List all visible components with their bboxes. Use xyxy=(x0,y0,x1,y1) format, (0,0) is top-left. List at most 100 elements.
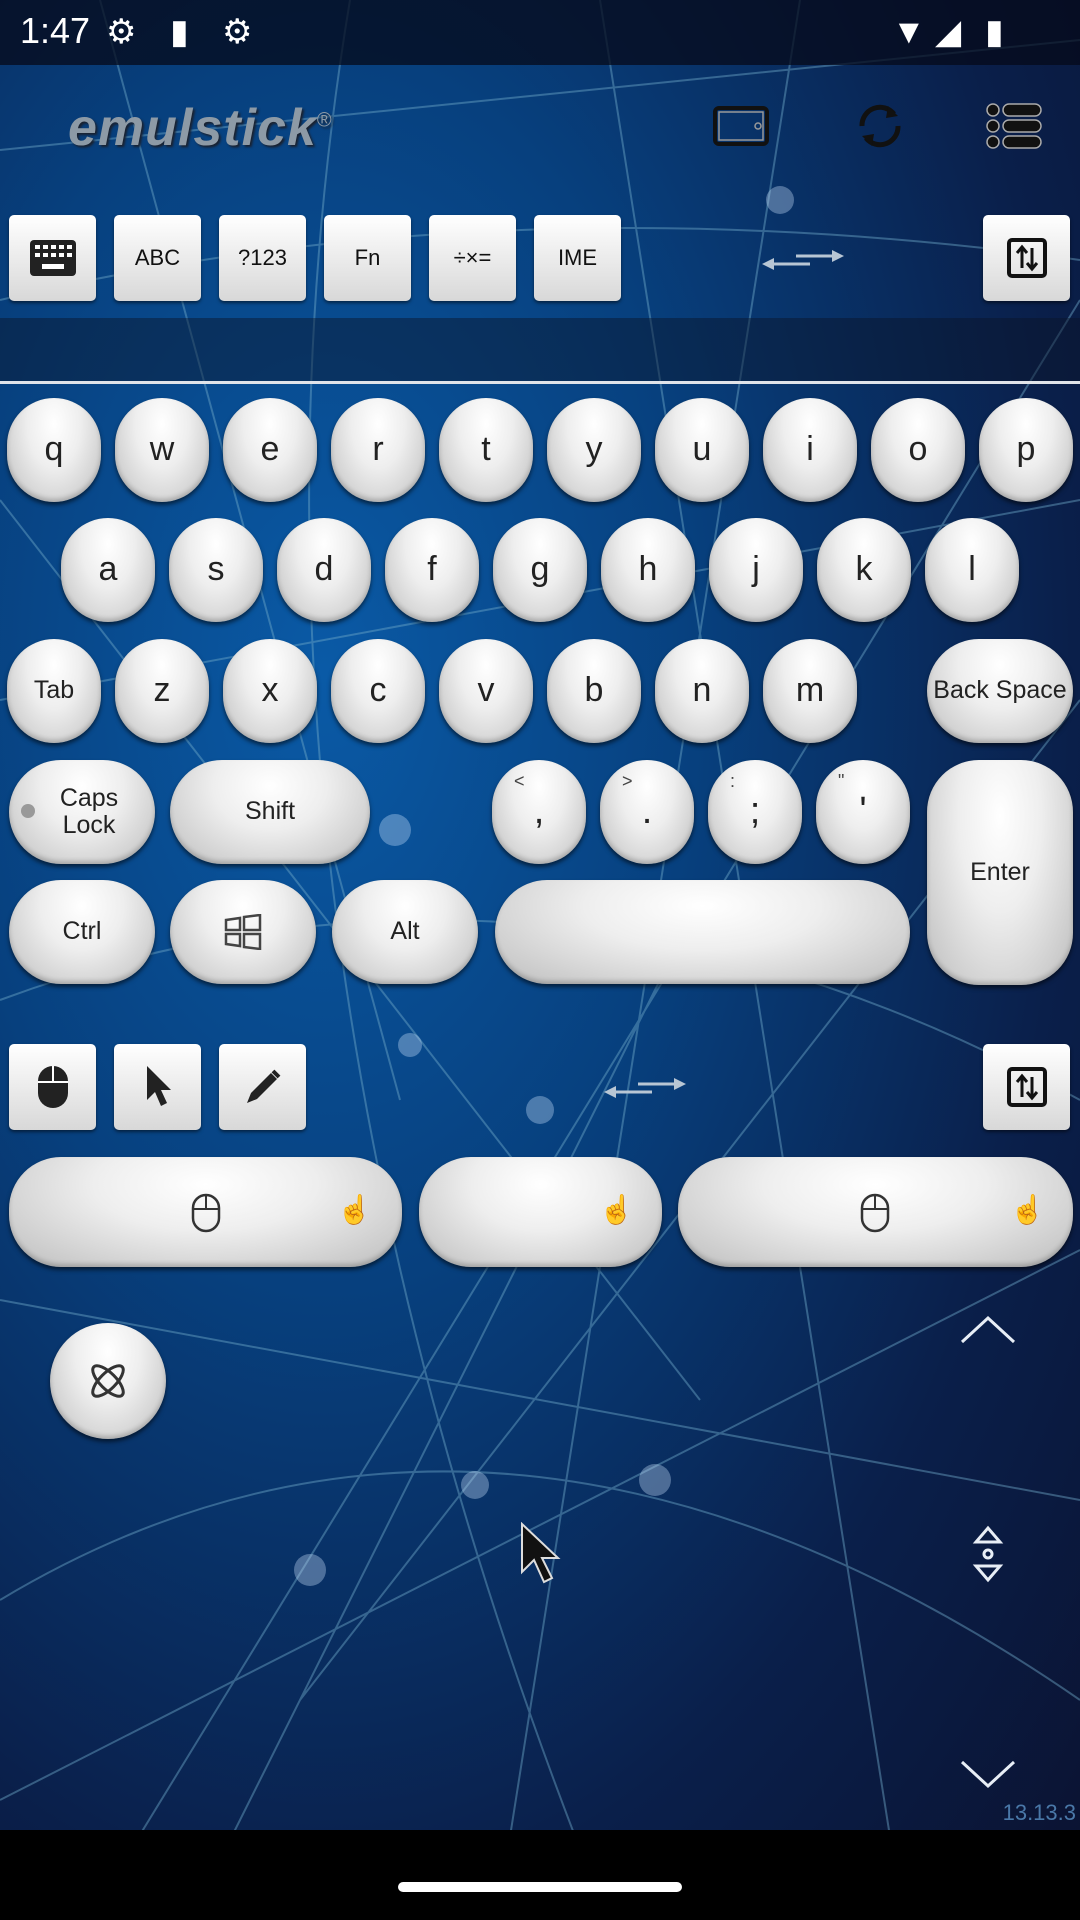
fn-button[interactable]: Fn xyxy=(324,215,411,301)
app-logo: emulstick® xyxy=(68,99,333,157)
key-punct-3[interactable]: " ' xyxy=(816,760,910,864)
key-punct-1[interactable]: >. xyxy=(600,760,694,864)
key-punct-0[interactable]: <, xyxy=(492,760,586,864)
shift-key[interactable]: Shift xyxy=(170,760,370,864)
ime-button[interactable]: IME xyxy=(534,215,621,301)
key-shift-symbol: " xyxy=(838,771,845,791)
caps-indicator xyxy=(21,804,35,818)
key-symbol: ' xyxy=(859,790,867,833)
menu-list-icon[interactable] xyxy=(985,100,1045,152)
toggle-mouse-panel-button[interactable] xyxy=(983,1044,1070,1130)
navigation-bar xyxy=(0,1830,1080,1920)
key-s[interactable]: s xyxy=(169,518,263,622)
mouse-middle-button[interactable]: ☝ xyxy=(419,1157,662,1267)
key-symbol: ; xyxy=(749,790,761,833)
mouse-cursor-icon xyxy=(520,1521,564,1591)
key-z[interactable]: z xyxy=(115,639,209,743)
version-label: 13.13.3 xyxy=(1002,1800,1076,1825)
enter-key[interactable]: Enter xyxy=(927,760,1073,985)
key-g[interactable]: g xyxy=(493,518,587,622)
gyro-icon xyxy=(91,1364,125,1398)
key-j[interactable]: j xyxy=(709,518,803,622)
settings-gear-icon: ⚙ xyxy=(222,13,253,51)
wifi-icon: ▼ xyxy=(892,13,926,51)
mouse-icon xyxy=(860,1193,890,1233)
scroll-down-button[interactable] xyxy=(960,1758,1016,1797)
scroll-handle[interactable] xyxy=(970,1524,1006,1589)
key-symbol: . xyxy=(641,790,653,833)
windows-icon xyxy=(224,914,262,950)
ctrl-key[interactable]: Ctrl xyxy=(9,880,155,984)
keyboard-mode-button[interactable] xyxy=(9,215,96,301)
tap-hand-icon: ☝ xyxy=(1010,1194,1045,1225)
scroll-up-button[interactable] xyxy=(960,1312,1016,1351)
mouse-mode-button[interactable] xyxy=(9,1044,96,1130)
key-tab[interactable]: Tab xyxy=(7,639,101,743)
key-o[interactable]: o xyxy=(871,398,965,502)
key-symbol: , xyxy=(533,790,545,833)
scroll-updown-icon xyxy=(972,1525,1004,1583)
key-r[interactable]: r xyxy=(331,398,425,502)
keyboard-icon xyxy=(29,240,76,276)
mouse-right-button[interactable]: ☝ xyxy=(678,1157,1073,1267)
key-v[interactable]: v xyxy=(439,639,533,743)
key-e[interactable]: e xyxy=(223,398,317,502)
tap-hand-icon: ☝ xyxy=(599,1194,634,1225)
key-shift-symbol: < xyxy=(514,771,525,791)
windows-key[interactable] xyxy=(170,880,316,984)
numbers-button[interactable]: ?123 xyxy=(219,215,306,301)
home-handle[interactable] xyxy=(398,1882,682,1892)
pointer-icon xyxy=(146,1066,171,1106)
key-punct-2[interactable]: :; xyxy=(708,760,802,864)
key-m[interactable]: m xyxy=(763,639,857,743)
alt-key[interactable]: Alt xyxy=(332,880,478,984)
gyro-button[interactable] xyxy=(50,1323,166,1439)
key-u[interactable]: u xyxy=(655,398,749,502)
tap-hand-icon: ☝ xyxy=(337,1194,372,1225)
sd-card-icon: ▮ xyxy=(170,13,189,51)
key-l[interactable]: l xyxy=(925,518,1019,622)
key-t[interactable]: t xyxy=(439,398,533,502)
battery-icon: ▮ xyxy=(985,13,1004,51)
math-symbols-button[interactable]: ÷×= xyxy=(429,215,516,301)
key-d[interactable]: d xyxy=(277,518,371,622)
key-i[interactable]: i xyxy=(763,398,857,502)
mouse-left-button[interactable]: ☝ xyxy=(9,1157,402,1267)
sync-icon[interactable] xyxy=(850,100,910,152)
caps-lock-key[interactable]: Caps Lock xyxy=(9,760,155,864)
key-f[interactable]: f xyxy=(385,518,479,622)
pointer-mode-button[interactable] xyxy=(114,1044,201,1130)
tablet-icon[interactable] xyxy=(712,100,772,152)
signal-icon: ◢ xyxy=(935,13,962,51)
key-y[interactable]: y xyxy=(547,398,641,502)
swap-arrows-icon[interactable] xyxy=(760,248,846,277)
swap-arrows-icon[interactable] xyxy=(602,1076,688,1105)
key-shift-symbol: > xyxy=(622,771,633,791)
key-shift-symbol: : xyxy=(730,771,736,791)
text-input[interactable] xyxy=(0,318,1080,384)
mouse-icon xyxy=(37,1066,68,1108)
chevron-down-icon xyxy=(960,1760,1016,1789)
settings-gear-icon: ⚙ xyxy=(106,13,137,51)
key-b[interactable]: b xyxy=(547,639,641,743)
key-p[interactable]: p xyxy=(979,398,1073,502)
key-w[interactable]: w xyxy=(115,398,209,502)
key-c[interactable]: c xyxy=(331,639,425,743)
pencil-icon xyxy=(246,1069,280,1103)
chevron-up-icon xyxy=(960,1315,1016,1344)
abc-button[interactable]: ABC xyxy=(114,215,201,301)
space-key[interactable] xyxy=(495,880,910,984)
key-q[interactable]: q xyxy=(7,398,101,502)
key-a[interactable]: a xyxy=(61,518,155,622)
key-h[interactable]: h xyxy=(601,518,695,622)
mouse-icon xyxy=(191,1193,221,1233)
key-n[interactable]: n xyxy=(655,639,749,743)
swap-vertical-icon xyxy=(1006,1067,1047,1107)
status-bar: 1:47 ⚙ ▮ ⚙ ▼ ◢ ▮ xyxy=(0,0,1080,65)
key-k[interactable]: k xyxy=(817,518,911,622)
key-x[interactable]: x xyxy=(223,639,317,743)
toggle-panel-button[interactable] xyxy=(983,215,1070,301)
draw-mode-button[interactable] xyxy=(219,1044,306,1130)
backspace-key[interactable]: Back Space xyxy=(927,639,1073,743)
status-time: 1:47 xyxy=(20,10,91,51)
